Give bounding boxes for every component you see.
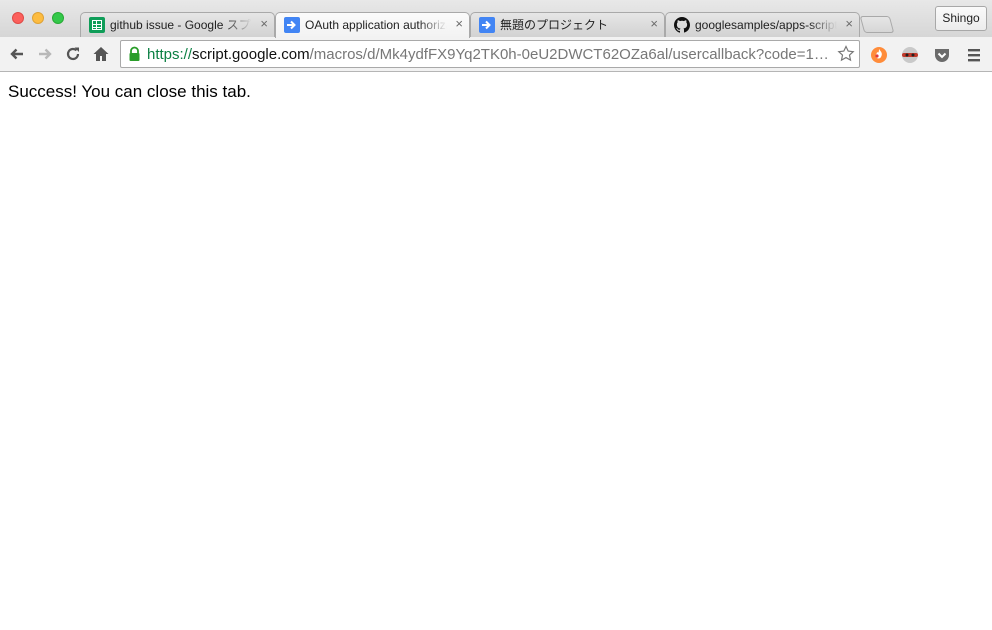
tab-untitled-project[interactable]: 無題のプロジェクト × (470, 12, 665, 37)
url-scheme: https:// (147, 47, 193, 63)
reload-icon (66, 47, 80, 61)
sheets-icon (89, 17, 105, 33)
address-url[interactable]: https://script.google.com/macros/d/Mk4yd… (147, 47, 833, 63)
url-host: script.google.com (192, 47, 310, 63)
close-tab-icon[interactable]: × (845, 16, 853, 32)
github-icon (674, 17, 690, 33)
tab-strip: github issue - Google スプレッドシート × OAuth a… (0, 0, 992, 38)
tab-oauth-authorization[interactable]: OAuth application authorization × (275, 12, 470, 38)
tab-title: OAuth application authorization (305, 18, 447, 32)
new-tab-button[interactable] (859, 16, 895, 33)
pocket-icon[interactable] (932, 45, 952, 65)
toolbar: https://script.google.com/macros/d/Mk4yd… (0, 37, 992, 72)
window-close-button[interactable] (12, 12, 24, 24)
bookmark-star-icon[interactable] (837, 45, 855, 68)
close-tab-icon[interactable]: × (650, 16, 658, 32)
success-message: Success! You can close this tab. (8, 82, 251, 101)
extension-fire-icon[interactable] (869, 45, 889, 65)
window-minimize-button[interactable] (32, 12, 44, 24)
close-tab-icon[interactable]: × (455, 16, 463, 32)
apps-script-icon (479, 17, 495, 33)
home-button[interactable] (90, 43, 112, 65)
close-tab-icon[interactable]: × (260, 16, 268, 32)
home-icon (93, 47, 109, 61)
reload-button[interactable] (62, 43, 84, 65)
tab-title: 無題のプロジェクト (500, 18, 609, 32)
apps-script-icon (284, 17, 300, 33)
profile-button[interactable]: Shingo (935, 6, 987, 31)
address-bar[interactable]: https://script.google.com/macros/d/Mk4yd… (120, 40, 860, 68)
tab-title: googlesamples/apps-script-oauth2 (695, 18, 837, 32)
extension-mask-icon[interactable] (900, 45, 920, 65)
lock-icon (128, 46, 141, 67)
back-arrow-icon (10, 48, 23, 60)
tab-title: github issue - Google スプレッドシート (110, 18, 252, 32)
page-content: Success! You can close this tab. (0, 72, 992, 630)
back-button[interactable] (6, 43, 28, 65)
tab-github-repo[interactable]: googlesamples/apps-script-oauth2 × (665, 12, 860, 37)
browser-window: github issue - Google スプレッドシート × OAuth a… (0, 0, 992, 630)
menu-icon[interactable] (964, 45, 984, 65)
window-maximize-button[interactable] (52, 12, 64, 24)
forward-arrow-icon (39, 48, 52, 60)
tab-github-issue[interactable]: github issue - Google スプレッドシート × (80, 12, 275, 37)
forward-button[interactable] (34, 43, 56, 65)
url-path: /macros/d/Mk4ydfFX9Yq2TK0h-0eU2DWCT62OZa… (309, 47, 833, 63)
